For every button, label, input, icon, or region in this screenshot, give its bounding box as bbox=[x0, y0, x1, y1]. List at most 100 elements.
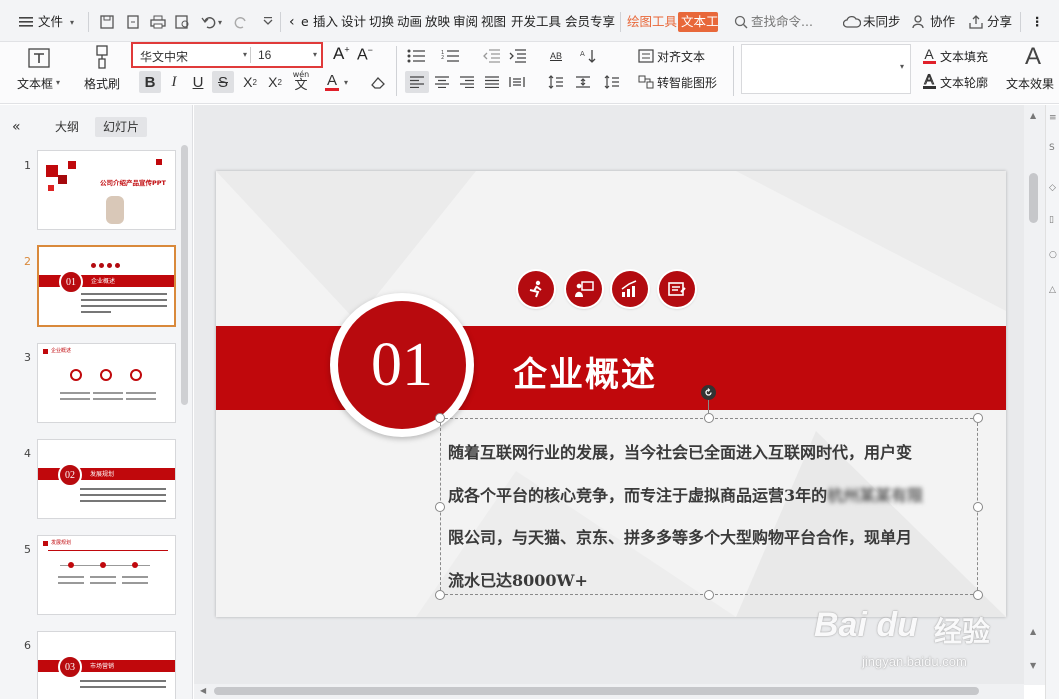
slide-thumbnail-4[interactable]: 02 发展规划 bbox=[37, 439, 176, 519]
align-right-button[interactable] bbox=[456, 71, 478, 93]
superscript-button[interactable]: X2 bbox=[239, 71, 261, 93]
tab-developer[interactable]: 开发工具 bbox=[511, 12, 561, 32]
line-spacing-icon[interactable] bbox=[545, 71, 567, 93]
rail-tool-icon[interactable]: △ bbox=[1049, 285, 1056, 295]
text-fill-icon[interactable]: A bbox=[921, 45, 937, 65]
format-painter-icon[interactable] bbox=[90, 44, 114, 70]
file-menu[interactable]: 文件 bbox=[38, 12, 63, 32]
format-painter-button[interactable]: 格式刷 bbox=[84, 75, 120, 92]
increase-indent-icon[interactable] bbox=[507, 46, 529, 66]
slide-thumbnail-5[interactable]: 发展规划 bbox=[37, 535, 176, 615]
bullet-list-icon[interactable] bbox=[405, 46, 429, 66]
align-text-button[interactable]: 对齐文本 bbox=[657, 48, 705, 65]
text-effect-icon[interactable]: A bbox=[1019, 42, 1047, 72]
resize-handle-e[interactable] bbox=[973, 502, 983, 512]
rail-menu-icon[interactable]: ≡ bbox=[1049, 113, 1057, 123]
textbox-button[interactable]: 文本框 bbox=[17, 75, 53, 92]
collaborate-icon[interactable] bbox=[910, 12, 930, 32]
rail-tool-icon[interactable]: ▯ bbox=[1049, 215, 1054, 225]
tab-transition[interactable]: 切换 bbox=[369, 12, 394, 32]
tab-review[interactable]: 审阅 bbox=[453, 12, 478, 32]
slide-thumbnail-3[interactable]: 企业概述 bbox=[37, 343, 176, 423]
strikethrough-button[interactable]: S bbox=[212, 71, 234, 93]
distribute-button[interactable] bbox=[506, 71, 528, 93]
redo-icon[interactable] bbox=[231, 12, 251, 32]
prev-slide-icon[interactable]: ▲ bbox=[1030, 627, 1036, 636]
customize-toolbar-icon[interactable] bbox=[258, 12, 278, 32]
command-search-input[interactable]: 查找命令... bbox=[751, 12, 813, 32]
undo-dropdown-icon[interactable]: ▾ bbox=[218, 13, 222, 33]
font-family-select[interactable]: 华文中宋 bbox=[140, 48, 188, 65]
tab-design[interactable]: 设计 bbox=[341, 12, 366, 32]
tab-text-tools[interactable]: 文本工 bbox=[678, 12, 718, 32]
share-icon[interactable] bbox=[966, 12, 986, 32]
horizontal-scroll-thumb[interactable] bbox=[214, 687, 979, 695]
rail-tool-icon[interactable]: S bbox=[1049, 143, 1055, 153]
slide-thumbnail-2[interactable]: 01 企业概述 bbox=[37, 245, 176, 327]
tab-membership[interactable]: 会员专享 bbox=[565, 12, 615, 32]
resize-handle-ne[interactable] bbox=[973, 413, 983, 423]
align-text-icon[interactable] bbox=[637, 46, 655, 66]
font-size-dropdown-icon[interactable]: ▾ bbox=[313, 50, 317, 59]
resize-handle-w[interactable] bbox=[435, 502, 445, 512]
tab-slideshow[interactable]: 放映 bbox=[425, 12, 450, 32]
text-direction-icon[interactable]: AB bbox=[545, 46, 567, 66]
pinyin-guide-button[interactable]: wén 文 bbox=[290, 69, 312, 93]
next-slide-icon[interactable]: ▼ bbox=[1030, 661, 1036, 670]
vertical-scrollbar[interactable]: ▲ ▲ ▼ bbox=[1024, 105, 1045, 685]
tab-insert[interactable]: 插入 bbox=[313, 12, 338, 32]
cloud-sync-icon[interactable] bbox=[842, 12, 862, 32]
decrease-indent-icon[interactable] bbox=[481, 46, 503, 66]
export-pdf-icon[interactable] bbox=[123, 12, 143, 32]
font-color-dropdown-icon[interactable]: ▾ bbox=[344, 78, 348, 87]
rail-tool-icon[interactable]: ○ bbox=[1049, 250, 1057, 260]
tab-view[interactable]: 视图 bbox=[481, 12, 506, 32]
slide-thumbnail-6[interactable]: 03 市场营销 bbox=[37, 631, 176, 699]
sort-text-icon[interactable]: A bbox=[578, 46, 600, 66]
italic-button[interactable]: I bbox=[165, 71, 183, 93]
scroll-left-icon[interactable]: ◀ bbox=[200, 686, 206, 695]
scroll-up-icon[interactable]: ▲ bbox=[1030, 111, 1036, 120]
share-button[interactable]: 分享 bbox=[987, 12, 1012, 32]
scroll-tabs-left-icon[interactable]: ‹ bbox=[289, 12, 295, 32]
paragraph-spacing-icon[interactable] bbox=[572, 71, 594, 93]
panel-scrollbar[interactable] bbox=[181, 145, 188, 405]
increase-font-size-icon[interactable]: A+ bbox=[333, 44, 350, 64]
textbox-dropdown-icon[interactable]: ▾ bbox=[56, 78, 60, 87]
collapse-panel-icon[interactable]: « bbox=[4, 117, 29, 137]
resize-handle-sw[interactable] bbox=[435, 590, 445, 600]
text-fill-button[interactable]: 文本填充 bbox=[940, 48, 988, 65]
vertical-scroll-thumb[interactable] bbox=[1029, 173, 1038, 223]
body-textbox[interactable]: 随着互联网行业的发展，当今社会已全面进入互联网时代，用户变 成各个平台的核心竞争… bbox=[440, 418, 978, 595]
resize-handle-s[interactable] bbox=[704, 590, 714, 600]
rail-tool-icon[interactable]: ◇ bbox=[1049, 183, 1056, 193]
resize-handle-nw[interactable] bbox=[435, 413, 445, 423]
undo-icon[interactable] bbox=[199, 12, 219, 32]
align-left-button[interactable] bbox=[405, 71, 429, 93]
more-options-icon[interactable]: ⋮ bbox=[1031, 12, 1045, 32]
smart-shape-icon[interactable] bbox=[637, 71, 655, 93]
slide-title[interactable]: 企业概述 bbox=[513, 347, 657, 396]
text-style-gallery[interactable] bbox=[741, 44, 911, 94]
tab-collapsed[interactable]: e bbox=[301, 12, 309, 32]
clear-formatting-icon[interactable] bbox=[368, 71, 388, 93]
align-center-button[interactable] bbox=[431, 71, 453, 93]
slide-thumbnail-1[interactable]: 公司介绍产品宣传PPT bbox=[37, 150, 176, 230]
subscript-button[interactable]: X2 bbox=[264, 71, 286, 93]
sync-status[interactable]: 未同步 bbox=[863, 12, 901, 32]
tab-animation[interactable]: 动画 bbox=[397, 12, 422, 32]
numbered-list-icon[interactable]: 12 bbox=[439, 46, 463, 66]
decrease-font-size-icon[interactable]: A− bbox=[357, 45, 373, 64]
text-outline-icon[interactable]: A bbox=[921, 70, 937, 90]
font-family-dropdown-icon[interactable]: ▾ bbox=[243, 50, 247, 59]
font-color-button[interactable]: A bbox=[323, 70, 341, 94]
file-menu-chevron-icon[interactable]: ▾ bbox=[70, 13, 74, 33]
justify-button[interactable] bbox=[481, 71, 503, 93]
gallery-more-icon[interactable]: ▾ bbox=[900, 62, 904, 71]
hamburger-menu-icon[interactable] bbox=[16, 12, 36, 32]
text-effect-button[interactable]: 文本效果 bbox=[1006, 75, 1054, 92]
save-icon[interactable] bbox=[97, 12, 117, 32]
font-size-select[interactable]: 16 bbox=[258, 48, 271, 62]
print-icon[interactable] bbox=[148, 12, 168, 32]
bold-button[interactable]: B bbox=[139, 71, 161, 93]
